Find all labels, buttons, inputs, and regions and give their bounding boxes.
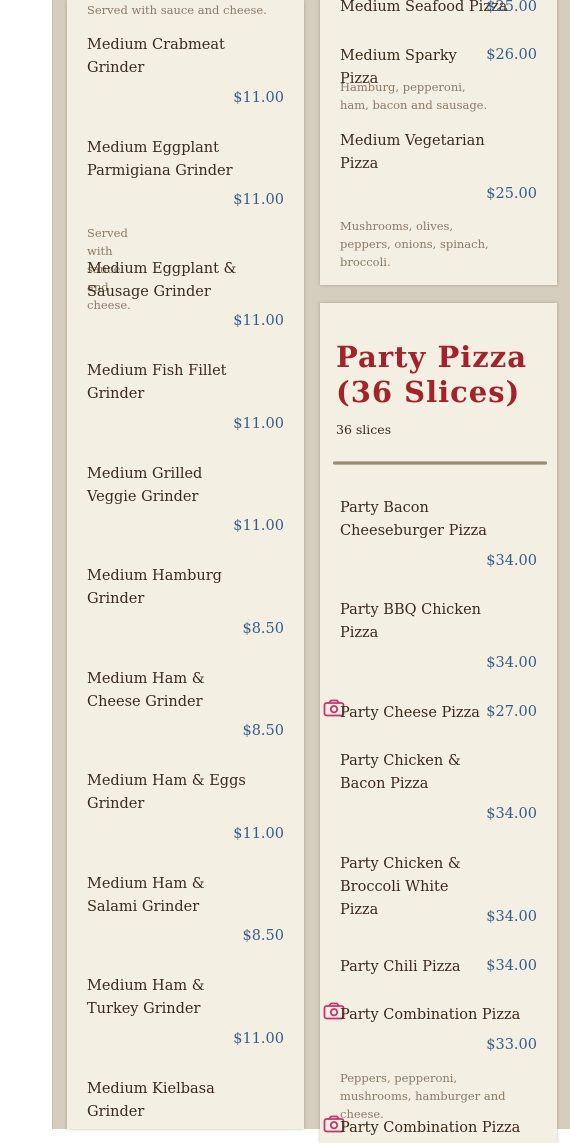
item-price: $8.50 (242, 928, 284, 944)
item-name: Medium Grilled Veggie Grinder (87, 466, 203, 505)
item-price: $34.00 (486, 909, 537, 925)
item-name: Party Chicken & Broccoli White Pizza (340, 856, 461, 918)
item-price: $34.00 (486, 655, 537, 671)
item-price: $34.00 (486, 553, 537, 569)
item-description: Hamburg, pepperoni, ham, bacon and sausa… (340, 80, 488, 112)
section-subtitle: 36 slices (336, 422, 392, 437)
item-description: Served with sauce and cheese. (87, 3, 267, 17)
item-price: $8.50 (242, 621, 284, 637)
item-price: $25.00 (486, 0, 537, 15)
item-description: Peppers, pepperoni, mushrooms, hamburger… (340, 1071, 506, 1121)
item-price: $25.00 (486, 186, 537, 202)
item-name: Medium Eggplant & Sausage Grinder (87, 261, 237, 300)
item-name: Party Chili Pizza (340, 959, 461, 975)
section-divider (333, 461, 547, 465)
item-name: Medium Fish Fillet Grinder (87, 363, 227, 402)
item-name: Medium Vegetarian Pizza (340, 133, 485, 172)
item-price: $33.00 (486, 1037, 537, 1053)
item-name: Medium Crabmeat Grinder (87, 37, 225, 76)
item-price: $8.50 (242, 723, 284, 739)
item-price: $11.00 (233, 416, 284, 432)
item-name: Medium Ham & Eggs Grinder (87, 773, 246, 812)
item-price: $26.00 (486, 47, 537, 63)
item-price: $11.00 (233, 1031, 284, 1047)
item-price: $11.00 (233, 826, 284, 842)
item-name: Party Combination Pizza (340, 1007, 521, 1023)
item-name: Medium Eggplant Parmigiana Grinder (87, 140, 233, 179)
item-price: $27.00 (486, 704, 537, 720)
item-name: Medium Kielbasa Grinder (87, 1081, 215, 1120)
item-name: Party BBQ Chicken Pizza (340, 602, 482, 641)
item-price: $34.00 (486, 806, 537, 822)
item-name: Medium Ham & Salami Grinder (87, 876, 205, 915)
item-name: Medium Ham & Turkey Grinder (87, 978, 205, 1017)
item-description: Mushrooms, olives, peppers, onions, spin… (340, 219, 489, 269)
item-name: Party Bacon Cheeseburger Pizza (340, 500, 487, 539)
item-name: Party Cheese Pizza (340, 705, 480, 721)
item-name: Party Chicken & Bacon Pizza (340, 753, 461, 792)
item-name: Medium Ham & Cheese Grinder (87, 671, 205, 710)
item-price: $11.00 (233, 313, 284, 329)
section-title: Party Pizza (36 Slices) (336, 340, 527, 409)
item-price: $11.00 (233, 90, 284, 106)
item-price: $34.00 (486, 958, 537, 974)
item-name: Medium Hamburg Grinder (87, 568, 222, 607)
item-price: $11.00 (233, 518, 284, 534)
item-price: $11.00 (233, 192, 284, 208)
